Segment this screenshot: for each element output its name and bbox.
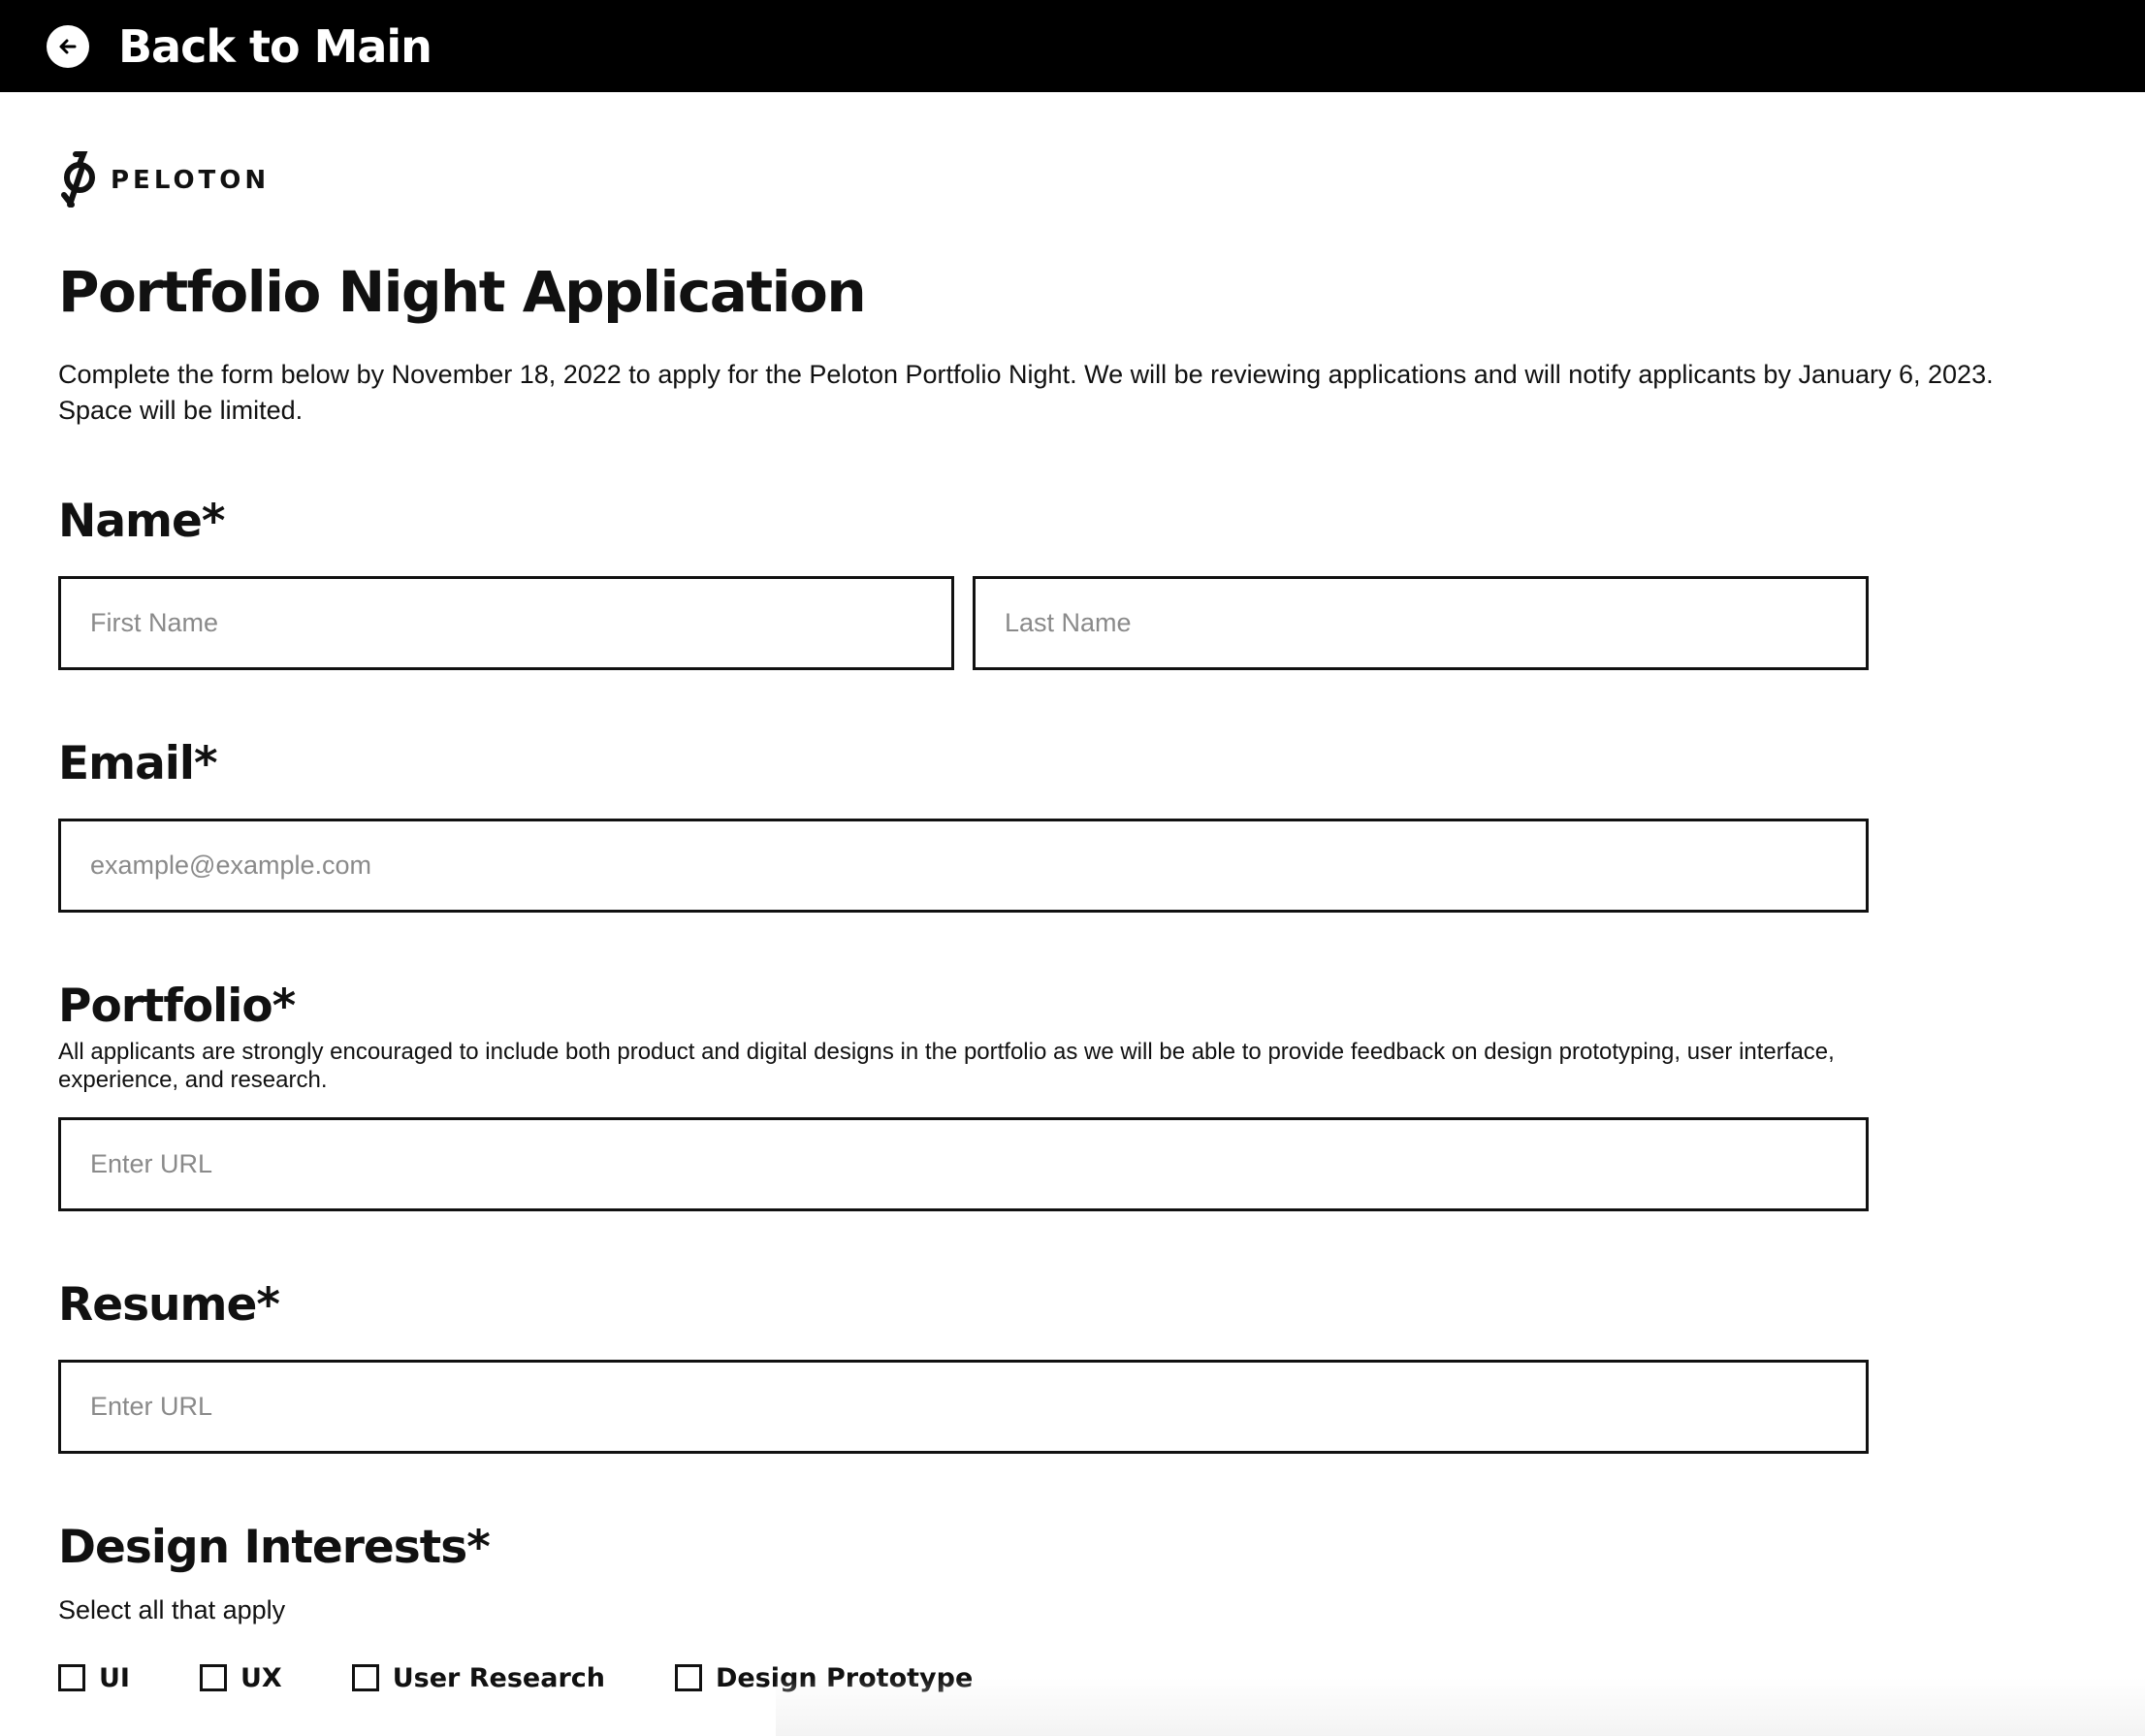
portfolio-label: Portfolio* <box>58 980 296 1033</box>
resume-label: Resume* <box>58 1278 280 1332</box>
checkbox-user-research[interactable]: User Research <box>351 1660 606 1695</box>
logo-wordmark: PELOTON <box>111 166 271 195</box>
portfolio-url-input[interactable] <box>58 1117 1869 1211</box>
checkbox-box[interactable] <box>199 1664 227 1691</box>
bottom-shadow <box>776 1678 2145 1736</box>
top-bar: Back to Main <box>0 0 2145 92</box>
portfolio-helper-text: All applicants are strongly encouraged t… <box>58 1039 1835 1093</box>
page-title: Portfolio Night Application <box>58 259 867 325</box>
checkbox-ui[interactable]: UI <box>58 1660 130 1695</box>
arrow-left-circle-icon <box>47 25 89 68</box>
checkbox-ux[interactable]: UX <box>199 1660 282 1695</box>
checkbox-box[interactable] <box>351 1664 379 1691</box>
email-label: Email* <box>58 737 218 790</box>
checkbox-box[interactable] <box>58 1664 85 1691</box>
back-to-main-label: Back to Main <box>118 20 432 73</box>
peloton-logo-icon <box>61 151 95 208</box>
peloton-logo: PELOTON <box>56 150 270 210</box>
checkbox-label: User Research <box>392 1662 606 1693</box>
design-interests-label: Design Interests* <box>58 1521 491 1574</box>
back-to-main-link[interactable]: Back to Main <box>47 13 432 80</box>
name-label: Name* <box>58 495 225 548</box>
resume-url-input[interactable] <box>58 1360 1869 1454</box>
design-interests-helper: Select all that apply <box>58 1595 286 1624</box>
checkbox-label: UI <box>99 1662 130 1693</box>
intro-text: Complete the form below by November 18, … <box>58 360 1994 425</box>
last-name-input[interactable] <box>973 576 1869 670</box>
checkbox-label: UX <box>240 1662 282 1693</box>
first-name-input[interactable] <box>58 576 954 670</box>
design-interests-options: UI UX User Research Design Prototype <box>58 1660 973 1695</box>
checkbox-box[interactable] <box>675 1664 703 1691</box>
checkbox-label: Design Prototype <box>716 1662 974 1693</box>
email-input[interactable] <box>58 819 1869 913</box>
checkbox-design-prototype[interactable]: Design Prototype <box>675 1660 973 1695</box>
